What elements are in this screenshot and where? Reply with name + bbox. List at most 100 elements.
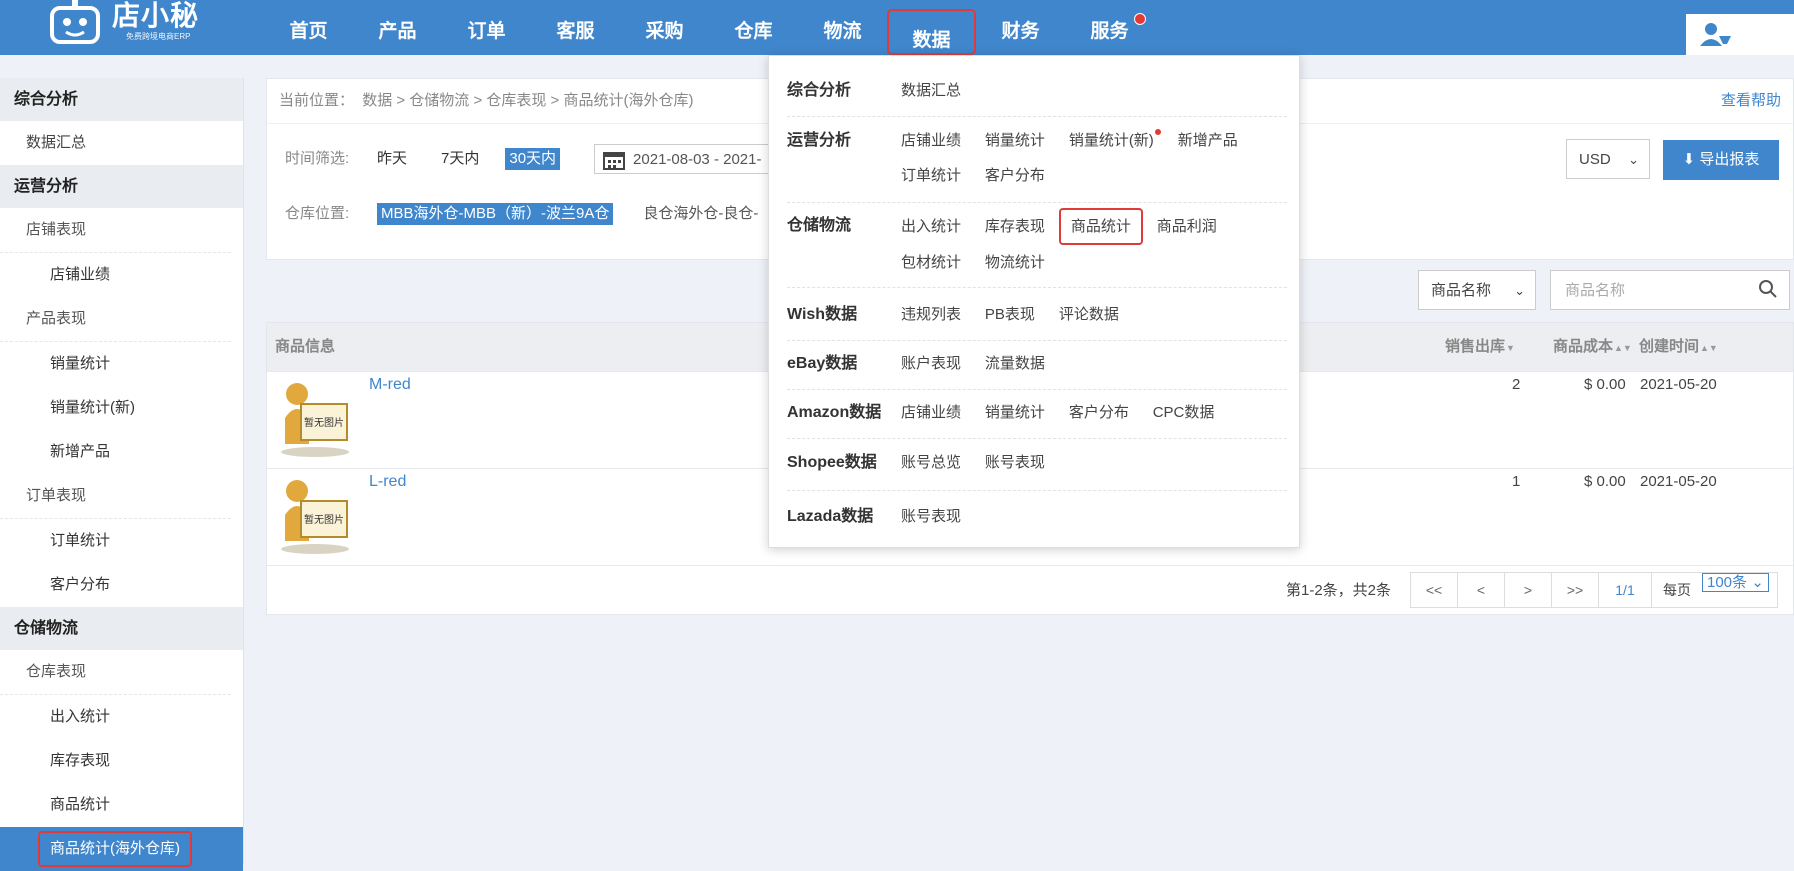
nav-services-label: 服务 — [1090, 21, 1129, 42]
sidebar-item-store-results[interactable]: 店铺业绩 — [0, 253, 243, 297]
export-report-label: 导出报表 — [1699, 151, 1760, 168]
sidebar-item-order-stats[interactable]: 订单统计 — [0, 519, 243, 563]
menu-link-customer-distribution[interactable]: 客户分布 — [985, 158, 1045, 193]
time-option-30days[interactable]: 30天内 — [505, 148, 561, 170]
sort-icon: ▲▼ — [1700, 343, 1718, 353]
nav-purchase[interactable]: 采购 — [620, 0, 709, 55]
menu-section-operations: 运营分析 店铺业绩 销量统计 销量统计(新) 新增产品 订单统计 客户分布 — [787, 126, 1287, 203]
menu-link-pb-performance[interactable]: PB表现 — [985, 297, 1035, 332]
col-header-created[interactable]: 创建时间▲▼ — [1639, 323, 1718, 372]
user-menu[interactable] — [1686, 14, 1794, 55]
menu-link-account-overview[interactable]: 账号总览 — [901, 445, 961, 480]
export-report-button[interactable]: ⬇ 导出报表 — [1663, 140, 1779, 180]
per-page-select[interactable]: 100条 ⌄ — [1702, 573, 1769, 592]
sidebar-item-sales-stats-new[interactable]: 销量统计(新) — [0, 386, 243, 430]
chevron-down-icon: ⌄ — [1751, 574, 1764, 591]
nav-home[interactable]: 首页 — [264, 0, 353, 55]
logo[interactable]: 店小秘 免费跨境电商ERP — [48, 0, 199, 48]
menu-link-amazon-sales-stats[interactable]: 销量统计 — [985, 395, 1045, 430]
sidebar-group-operations[interactable]: 运营分析 — [0, 165, 243, 208]
robot-logo-icon — [48, 0, 102, 46]
nav-warehouse[interactable]: 仓库 — [709, 0, 798, 55]
sidebar-item-goods-stats-overseas[interactable]: 商品统计(海外仓库) — [0, 827, 243, 871]
menu-link-sales-stats[interactable]: 销量统计 — [985, 123, 1045, 158]
sidebar-item-customer-distribution[interactable]: 客户分布 — [0, 563, 243, 607]
chevron-down-icon: ⌄ — [1628, 152, 1639, 167]
breadcrumb-path[interactable]: 数据 > 仓储物流 > 仓库表现 > 商品统计(海外仓库) — [362, 92, 693, 109]
menu-link-review-data[interactable]: 评论数据 — [1059, 297, 1119, 332]
page-first-button[interactable]: << — [1411, 573, 1458, 607]
notification-dot-icon — [1134, 13, 1146, 25]
col-header-sales-out[interactable]: 销售出库▼ — [1445, 323, 1515, 372]
menu-link-amazon-store-results[interactable]: 店铺业绩 — [901, 395, 961, 430]
sidebar-item-product-performance[interactable]: 产品表现 — [0, 297, 231, 342]
sidebar-group-overview[interactable]: 综合分析 — [0, 78, 243, 121]
page-next-button[interactable]: > — [1505, 573, 1552, 607]
nav-logistics[interactable]: 物流 — [798, 0, 887, 55]
cell-cost: $ 0.00 — [1584, 376, 1626, 393]
help-link[interactable]: 查看帮助 — [1721, 79, 1781, 123]
menu-link-account-performance[interactable]: 账户表现 — [901, 346, 961, 381]
product-sku-link[interactable]: L-red — [369, 473, 406, 491]
menu-link-sales-stats-new[interactable]: 销量统计(新) — [1069, 123, 1161, 158]
per-page-wrapper: 100条 ⌄ — [1702, 573, 1777, 607]
sidebar-item-stock-performance[interactable]: 库存表现 — [0, 739, 243, 783]
menu-section-shopee: Shopee数据 账号总览 账号表现 — [787, 448, 1287, 491]
nav-data[interactable]: 数据 — [887, 9, 976, 62]
col-header-cost-label: 商品成本 — [1553, 338, 1614, 355]
search-field-select[interactable]: 商品名称 ⌄ — [1418, 270, 1536, 310]
menu-link-store-results[interactable]: 店铺业绩 — [901, 123, 961, 158]
nav-customer-service[interactable]: 客服 — [531, 0, 620, 55]
menu-section-warehouse-logistics: 仓储物流 出入统计 库存表现 商品统计 商品利润 包材统计 物流统计 — [787, 208, 1287, 288]
data-dropdown-menu: 综合分析 数据汇总 运营分析 店铺业绩 销量统计 销量统计(新) 新增产品 订单… — [768, 55, 1300, 548]
menu-link-violations[interactable]: 违规列表 — [901, 297, 961, 332]
sidebar-item-order-performance[interactable]: 订单表现 — [0, 474, 231, 519]
cell-created: 2021-05-20 — [1640, 376, 1717, 393]
warehouse-filter-label: 仓库位置: — [285, 205, 350, 222]
sidebar-group-warehouse-logistics[interactable]: 仓储物流 — [0, 607, 243, 650]
menu-link-shopee-account-performance[interactable]: 账号表现 — [985, 445, 1045, 480]
menu-link-new-products[interactable]: 新增产品 — [1178, 123, 1238, 158]
sidebar-item-store-performance[interactable]: 店铺表现 — [0, 208, 231, 253]
menu-link-lazada-account-performance[interactable]: 账号表现 — [901, 499, 961, 534]
menu-category-warehouse-logistics: 仓储物流 — [787, 217, 852, 234]
breadcrumb-prefix: 当前位置： — [279, 92, 355, 109]
search-icon[interactable] — [1758, 279, 1778, 302]
menu-link-stock-performance[interactable]: 库存表现 — [985, 209, 1045, 244]
warehouse-option-mbb[interactable]: MBB海外仓-MBB（新）-波兰9A仓 — [377, 203, 614, 225]
menu-link-packaging-stats[interactable]: 包材统计 — [901, 245, 961, 280]
menu-link-order-stats[interactable]: 订单统计 — [901, 158, 961, 193]
search-input[interactable] — [1550, 270, 1790, 310]
menu-link-goods-profit[interactable]: 商品利润 — [1157, 209, 1217, 244]
no-image-text: 暂无图片 — [304, 513, 344, 526]
col-header-created-label: 创建时间 — [1639, 338, 1700, 355]
nav-services[interactable]: 服务 — [1065, 0, 1154, 55]
menu-link-inout-stats[interactable]: 出入统计 — [901, 209, 961, 244]
sidebar-item-inout-stats[interactable]: 出入统计 — [0, 695, 243, 739]
pagination: << < > >> 1/1 每页 100条 ⌄ — [1410, 572, 1778, 608]
nav-orders[interactable]: 订单 — [442, 0, 531, 55]
page-prev-button[interactable]: < — [1458, 573, 1505, 607]
sidebar-item-new-products[interactable]: 新增产品 — [0, 430, 243, 474]
col-header-cost[interactable]: 商品成本▲▼ — [1553, 323, 1632, 372]
currency-select[interactable]: USD ⌄ — [1566, 139, 1650, 179]
menu-link-data-summary[interactable]: 数据汇总 — [901, 73, 961, 108]
sidebar-item-warehouse-performance[interactable]: 仓库表现 — [0, 650, 231, 695]
menu-link-cpc-data[interactable]: CPC数据 — [1153, 395, 1215, 430]
warehouse-option-liangcang[interactable]: 良仓海外仓-良仓- — [643, 199, 758, 229]
menu-link-traffic-data[interactable]: 流量数据 — [985, 346, 1045, 381]
sidebar-item-goods-stats[interactable]: 商品统计 — [0, 783, 243, 827]
product-sku-link[interactable]: M-red — [369, 376, 411, 394]
time-option-7days[interactable]: 7天内 — [441, 144, 479, 174]
menu-link-amazon-customer-distribution[interactable]: 客户分布 — [1069, 395, 1129, 430]
menu-section-wish: Wish数据 违规列表 PB表现 评论数据 — [787, 300, 1287, 341]
time-option-yesterday[interactable]: 昨天 — [377, 144, 407, 174]
menu-link-goods-stats[interactable]: 商品统计 — [1058, 208, 1143, 245]
page-last-button[interactable]: >> — [1552, 573, 1599, 607]
sidebar-item-data-summary[interactable]: 数据汇总 — [0, 121, 231, 165]
nav-products[interactable]: 产品 — [353, 0, 442, 55]
sidebar-item-sales-stats[interactable]: 销量统计 — [0, 342, 243, 386]
menu-link-logistics-stats[interactable]: 物流统计 — [985, 245, 1045, 280]
menu-category-ebay: eBay数据 — [787, 355, 858, 372]
nav-finance[interactable]: 财务 — [976, 0, 1065, 55]
